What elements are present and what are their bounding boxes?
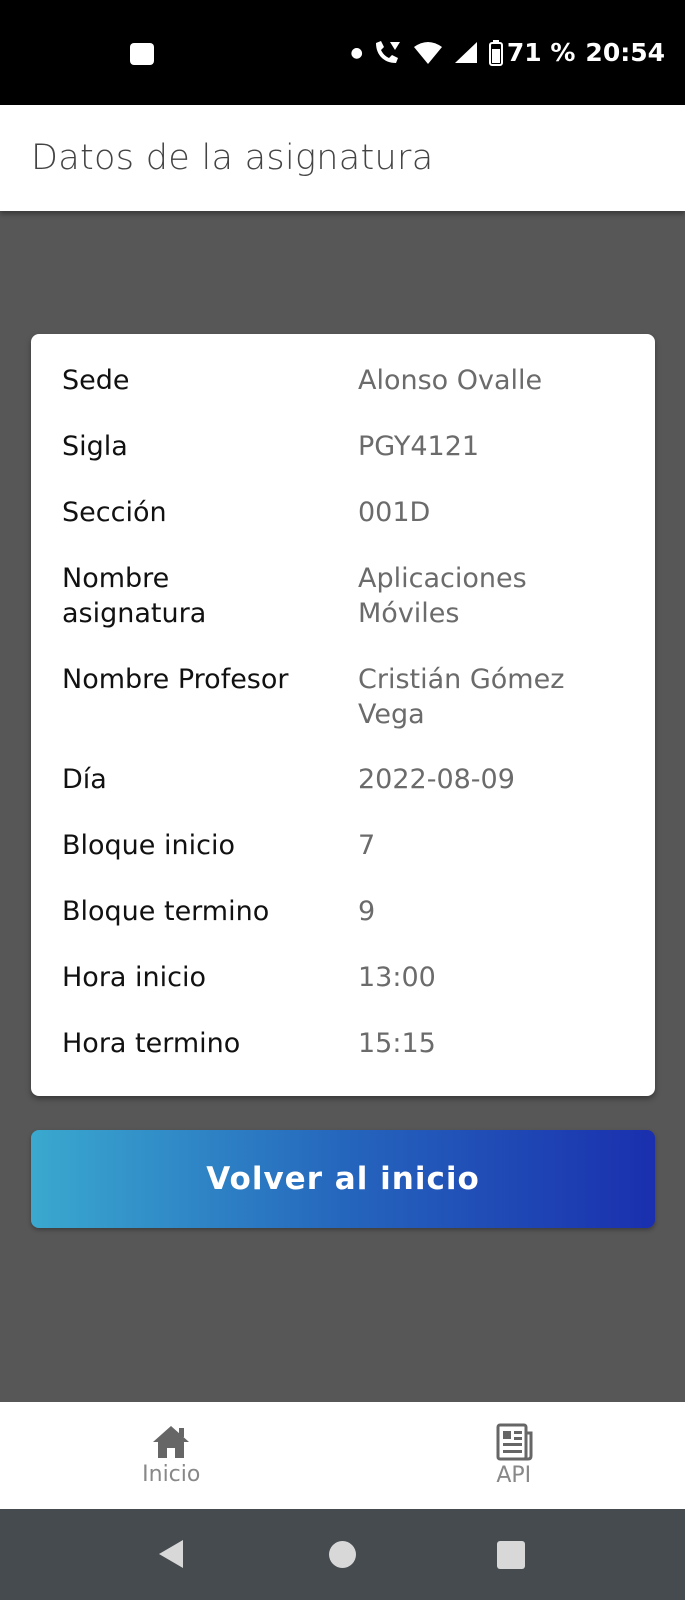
signal-icon	[454, 41, 477, 63]
page-title: Datos de la asignatura	[31, 138, 434, 178]
detail-value: 9	[358, 896, 376, 927]
detail-label: Bloque inicio	[62, 830, 235, 861]
detail-value: Cristián Gómez Vega	[358, 664, 565, 730]
detail-value: Alonso Ovalle	[358, 365, 543, 396]
detail-value: 7	[358, 830, 376, 861]
status-bar: ● 71 % 20:54	[0, 0, 685, 105]
battery-group: 71 %	[488, 38, 576, 67]
detail-label: Sección	[62, 497, 167, 528]
detail-label: Hora inicio	[62, 962, 207, 993]
battery-percent: 71 %	[506, 38, 576, 67]
detail-value: 13:00	[358, 962, 436, 993]
detail-label: Bloque termino	[62, 896, 270, 927]
status-right: ● 71 % 20:54	[351, 0, 665, 105]
home-icon	[153, 1426, 190, 1458]
newspaper-icon	[496, 1423, 533, 1461]
notification-icon	[130, 43, 154, 65]
wifi-call-icon	[375, 40, 400, 63]
detail-label: Sigla	[62, 431, 128, 462]
detail-value: 2022-08-09	[358, 764, 515, 795]
battery-icon	[488, 39, 503, 66]
tab-inicio[interactable]: Inicio	[0, 1402, 343, 1509]
detail-value: Aplicaciones Móviles	[358, 563, 527, 629]
course-details-card: Sede Alonso Ovalle Sigla PGY4121 Sección…	[31, 334, 655, 1096]
wifi-icon	[413, 41, 442, 64]
detail-label: Día	[62, 764, 107, 795]
detail-value: 15:15	[358, 1028, 436, 1059]
detail-label: Nombre asignatura	[62, 563, 207, 629]
detail-label: Nombre Profesor	[62, 664, 289, 695]
clock: 20:54	[585, 38, 665, 67]
back-to-home-button[interactable]: Volver al inicio	[31, 1130, 655, 1228]
tab-api[interactable]: API	[343, 1402, 685, 1509]
detail-value: PGY4121	[358, 431, 480, 462]
tab-label: Inicio	[142, 1462, 201, 1487]
nav-back-icon[interactable]	[157, 1538, 185, 1570]
tab-label: API	[496, 1463, 532, 1488]
bottom-tab-bar: Inicio API	[0, 1402, 685, 1509]
app-header: Datos de la asignatura	[0, 105, 685, 211]
dot-icon: ●	[350, 44, 363, 61]
detail-label: Hora termino	[62, 1028, 241, 1059]
detail-label: Sede	[62, 365, 130, 396]
nav-home-icon[interactable]	[329, 1541, 356, 1568]
nav-recents-icon[interactable]	[497, 1541, 525, 1569]
detail-value: 001D	[358, 497, 431, 528]
